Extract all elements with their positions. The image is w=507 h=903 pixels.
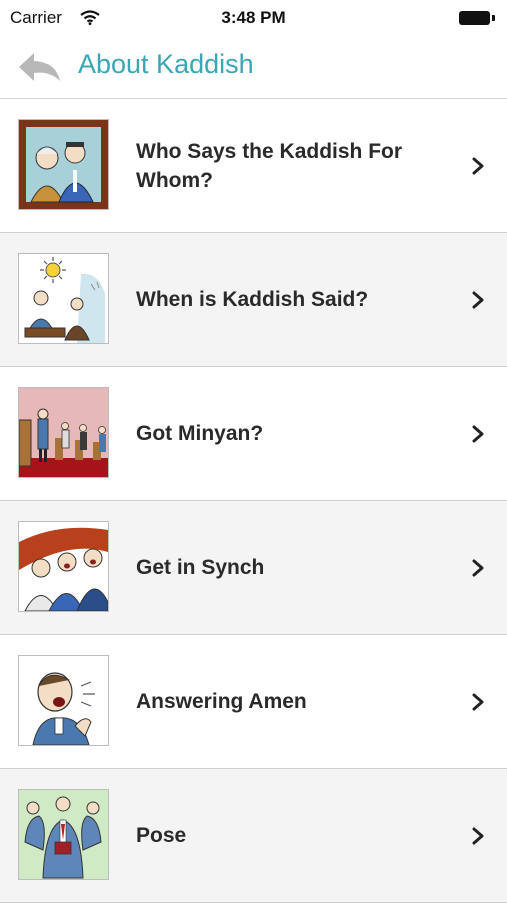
man-bowing-poses-illustration bbox=[18, 789, 109, 880]
list-item-label: Get in Synch bbox=[136, 556, 265, 579]
sun-morning-prayer-illustration bbox=[18, 253, 109, 344]
topic-list: Who Says the Kaddish For Whom? When is K… bbox=[0, 99, 507, 903]
list-item-answering-amen[interactable]: Answering Amen bbox=[0, 635, 507, 769]
status-bar: Carrier 3:48 PM bbox=[0, 0, 507, 36]
battery-icon bbox=[459, 11, 495, 25]
back-arrow-icon bbox=[19, 53, 60, 81]
back-button[interactable] bbox=[16, 50, 64, 84]
man-answering-amen-illustration bbox=[18, 655, 109, 746]
chevron-right-icon bbox=[472, 291, 484, 309]
status-time: 3:48 PM bbox=[221, 8, 286, 27]
list-item-pose[interactable]: Pose bbox=[0, 769, 507, 903]
list-item-label: Who Says the Kaddish For Whom? bbox=[136, 139, 403, 192]
list-item-label: Got Minyan? bbox=[136, 422, 264, 445]
chevron-right-icon bbox=[472, 157, 484, 175]
list-item-label: Answering Amen bbox=[136, 690, 307, 713]
list-item-label: When is Kaddish Said? bbox=[136, 288, 369, 311]
list-item-who-says-kaddish[interactable]: Who Says the Kaddish For Whom? bbox=[0, 99, 507, 233]
chevron-right-icon bbox=[472, 559, 484, 577]
synagogue-minyan-illustration bbox=[18, 387, 109, 478]
list-item-got-minyan[interactable]: Got Minyan? bbox=[0, 367, 507, 501]
list-item-get-in-synch[interactable]: Get in Synch bbox=[0, 501, 507, 635]
list-item-when-is-kaddish-said[interactable]: When is Kaddish Said? bbox=[0, 233, 507, 367]
list-item-label: Pose bbox=[136, 824, 187, 847]
chevron-right-icon bbox=[472, 425, 484, 443]
congregation-singing-illustration bbox=[18, 521, 109, 612]
couple-portrait-illustration bbox=[18, 119, 109, 210]
navigation-bar: About Kaddish bbox=[0, 36, 507, 99]
chevron-right-icon bbox=[472, 827, 484, 845]
page-title: About Kaddish bbox=[78, 49, 254, 79]
chevron-right-icon bbox=[472, 693, 484, 711]
